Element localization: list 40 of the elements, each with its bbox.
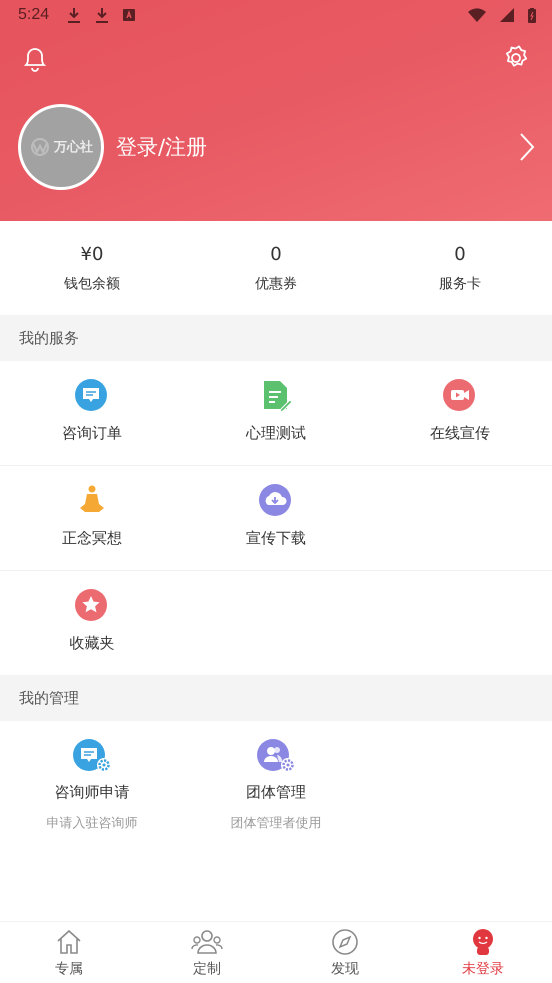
chat-settings-icon [73, 739, 111, 773]
service-label[interactable]: 正念冥想 [62, 529, 122, 548]
group-icon [190, 928, 224, 956]
management-label[interactable]: 团体管理 [246, 783, 306, 802]
tab[interactable]: 定制 [193, 960, 221, 978]
section-title: 我的管理 [0, 675, 552, 721]
tab[interactable]: 专属 [55, 960, 83, 978]
group-settings-icon [257, 739, 295, 773]
section-title: 我的服务 [0, 315, 552, 361]
stat-value: ¥0 [80, 244, 104, 264]
chat-bubble-icon [75, 379, 109, 413]
service-label[interactable]: 咨询订单 [62, 424, 122, 443]
management-description: 团体管理者使用 [230, 815, 322, 832]
stat-label[interactable]: 钱包余额 [64, 274, 120, 292]
app-notification-icon [123, 9, 136, 21]
stat-label[interactable]: 服务卡 [439, 274, 481, 292]
wifi-icon [468, 8, 486, 22]
service-label[interactable]: 收藏夹 [70, 634, 114, 653]
stat-value: 0 [270, 244, 282, 264]
stat-value: 0 [454, 244, 466, 264]
compass-icon [331, 928, 359, 956]
logo-icon [29, 138, 51, 156]
service-label[interactable]: 心理测试 [246, 424, 306, 443]
download-icon [67, 7, 82, 23]
battery-icon [528, 8, 536, 22]
video-camera-icon [443, 379, 477, 413]
home-icon [55, 928, 83, 956]
management-label[interactable]: 咨询师申请 [54, 783, 130, 802]
signal-icon [500, 8, 514, 22]
cloud-download-icon [259, 484, 293, 518]
service-label[interactable]: 在线宣传 [430, 424, 490, 443]
tab[interactable]: 未登录 [462, 960, 504, 978]
status-time: 5:24 [18, 6, 50, 24]
chevron-right-icon[interactable] [518, 132, 536, 162]
tab[interactable]: 发现 [331, 960, 359, 978]
download-icon [95, 7, 110, 23]
avatar-logo-text: 万心社 [54, 138, 93, 156]
stat-label[interactable]: 优惠券 [255, 274, 297, 292]
management-description: 申请入驻咨询师 [46, 815, 138, 832]
service-label[interactable]: 宣传下载 [246, 529, 306, 548]
